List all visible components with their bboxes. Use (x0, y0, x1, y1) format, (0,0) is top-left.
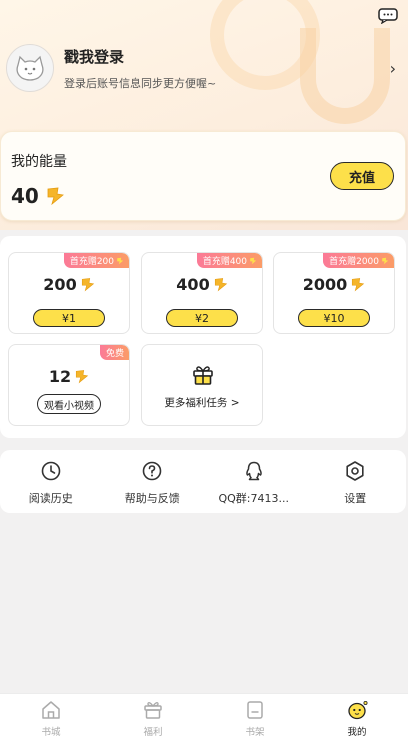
pack-card[interactable]: 首充赠400 400 ¥2 (141, 252, 263, 334)
video-reward-card[interactable]: 免费 12 观看小视频 (8, 344, 130, 426)
recharge-button[interactable]: 充值 (330, 162, 394, 190)
pack-card[interactable]: 首充赠2000 2000 ¥10 (273, 252, 395, 334)
more-tasks-label[interactable]: 更多福利任务 > (142, 395, 262, 410)
tab-bookshelf[interactable]: 书架 (204, 694, 306, 739)
pack-amount-value: 400 (176, 275, 210, 294)
energy-icon (76, 370, 89, 384)
tool-label: 帮助与反馈 (124, 492, 180, 505)
login-row[interactable]: 戳我登录 登录后账号信息同步更方便喔~ › (6, 42, 402, 94)
chevron-right-icon[interactable]: › (390, 59, 402, 78)
pack-amount: 200 (9, 275, 129, 294)
tool-label: 设置 (344, 492, 367, 505)
question-icon (142, 461, 162, 481)
first-recharge-badge: 首充赠200 (63, 253, 129, 268)
energy-icon (47, 187, 64, 206)
watch-video-button[interactable]: 观看小视频 (37, 394, 101, 414)
pack-amount: 400 (142, 275, 262, 294)
tab-bookstore[interactable]: 书城 (0, 694, 102, 739)
more-tasks-card[interactable]: 更多福利任务 > (141, 344, 263, 426)
chevron-right-icon: > (230, 397, 240, 409)
first-recharge-badge: 首充赠2000 (323, 253, 394, 268)
free-badge: 免费 (99, 345, 129, 360)
badge-text: 首充赠400 (202, 257, 247, 267)
bookshelf-icon (247, 701, 263, 719)
home-icon (42, 701, 60, 719)
energy-icon (382, 257, 389, 264)
pack-card[interactable]: 首充赠200 200 ¥1 (8, 252, 130, 334)
gear-icon (346, 461, 364, 481)
energy-icon (352, 278, 365, 292)
energy-icon (214, 278, 227, 292)
badge-text: 首充赠2000 (329, 257, 379, 267)
message-icon[interactable] (378, 8, 398, 25)
tool-label: 阅读历史 (28, 492, 73, 505)
energy-icon (117, 257, 124, 264)
tool-settings[interactable]: 设置 (305, 450, 407, 513)
pack-amount: 12 (9, 367, 129, 386)
cat-avatar-icon (16, 55, 44, 81)
badge-text: 免费 (105, 349, 124, 359)
tab-label: 书城 (41, 727, 61, 738)
avatar[interactable] (6, 44, 54, 92)
tool-qq-group[interactable]: QQ群:7413... (203, 450, 305, 513)
pack-amount-value: 200 (43, 275, 77, 294)
pack-amount-value: 2000 (302, 275, 348, 294)
gift-icon (193, 366, 213, 385)
more-tasks-text: 更多福利任务 (164, 397, 228, 409)
tab-mine[interactable]: 我的 (306, 694, 408, 739)
energy-packs: 首充赠200 200 ¥1 首充赠400 400 ¥2 首充赠2000 2000… (0, 236, 406, 438)
price-button[interactable]: ¥10 (298, 309, 370, 327)
tool-label: QQ群:7413... (218, 492, 289, 505)
mascot-icon (348, 700, 368, 720)
first-recharge-badge: 首充赠400 (196, 253, 262, 268)
login-title[interactable]: 戳我登录 (64, 46, 390, 67)
tools-row: 阅读历史 帮助与反馈 QQ群:7413... 设置 (0, 450, 406, 513)
price-button[interactable]: ¥1 (33, 309, 105, 327)
tab-welfare[interactable]: 福利 (102, 694, 204, 739)
badge-text: 首充赠200 (69, 257, 114, 267)
tab-label: 书架 (245, 727, 265, 738)
tab-label: 我的 (347, 727, 367, 738)
pack-amount-value: 12 (48, 367, 72, 386)
qq-icon (245, 461, 262, 481)
bottom-tab-bar: 书城 福利 书架 我的 (0, 693, 408, 739)
tool-help-feedback[interactable]: 帮助与反馈 (102, 450, 204, 513)
energy-label: 我的能量 (11, 154, 67, 170)
energy-card: 我的能量 40 充值 (0, 131, 406, 221)
energy-balance: 40 (11, 184, 65, 208)
energy-value: 40 (11, 184, 39, 208)
tab-label: 福利 (143, 727, 163, 738)
tool-reading-history[interactable]: 阅读历史 (0, 450, 102, 513)
price-button[interactable]: ¥2 (166, 309, 238, 327)
energy-icon (81, 278, 94, 292)
clock-icon (41, 461, 61, 481)
login-subtitle: 登录后账号信息同步更方便喔~ (64, 76, 217, 90)
gift-icon (144, 702, 162, 719)
pack-amount: 2000 (274, 275, 394, 294)
energy-icon (250, 257, 257, 264)
